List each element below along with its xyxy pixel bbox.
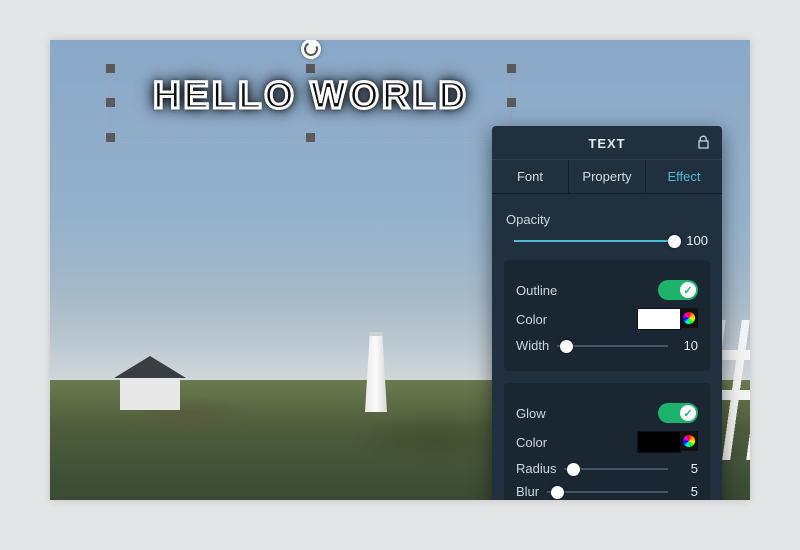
glow-color-label: Color [516,435,547,450]
glow-radius-label: Radius [516,461,556,476]
panel-tabs: Font Property Effect [492,159,722,194]
editor-canvas[interactable]: HELLO WORLD TEXT Font Property Effect Op… [50,40,750,500]
text-selection-box[interactable]: HELLO WORLD [110,68,512,138]
glow-radius-value: 5 [676,461,698,476]
resize-handle-bl[interactable] [106,133,115,142]
canvas-text[interactable]: HELLO WORLD [111,75,511,118]
resize-handle-tl[interactable] [106,64,115,73]
glow-blur-slider[interactable] [547,485,668,499]
panel-title: TEXT [588,136,625,151]
outline-toggle[interactable]: ✓ [658,280,698,300]
glow-toggle[interactable]: ✓ [658,403,698,423]
background-house [120,376,180,410]
resize-handle-tm[interactable] [306,64,315,73]
color-picker-icon[interactable] [680,431,698,451]
glow-blur-label: Blur [516,484,539,499]
outline-color-label: Color [516,312,547,327]
outline-width-value: 10 [676,338,698,353]
outline-width-slider[interactable] [557,339,668,353]
panel-header: TEXT [492,126,722,159]
rotate-handle-icon[interactable] [301,40,321,59]
resize-handle-tr[interactable] [507,64,516,73]
tab-font[interactable]: Font [492,160,569,193]
outline-group: Outline ✓ Color Width 10 [504,260,710,371]
outline-width-label: Width [516,338,549,353]
resize-handle-bm[interactable] [306,133,315,142]
glow-color-swatch[interactable] [637,431,681,453]
outline-color-swatch[interactable] [637,308,681,330]
glow-label: Glow [516,406,546,421]
opacity-value: 100 [682,233,708,248]
opacity-section: Opacity 100 [492,194,722,258]
opacity-label: Opacity [506,212,708,227]
tab-effect[interactable]: Effect [646,160,722,193]
color-picker-icon[interactable] [680,308,698,328]
text-panel: TEXT Font Property Effect Opacity 100 [492,126,722,500]
opacity-slider[interactable] [514,234,674,248]
tab-property[interactable]: Property [569,160,646,193]
glow-group: Glow ✓ Color Radius 5 Blur [504,383,710,500]
glow-radius-slider[interactable] [564,462,668,476]
glow-blur-value: 5 [676,484,698,499]
lock-icon[interactable] [697,135,710,152]
outline-label: Outline [516,283,557,298]
